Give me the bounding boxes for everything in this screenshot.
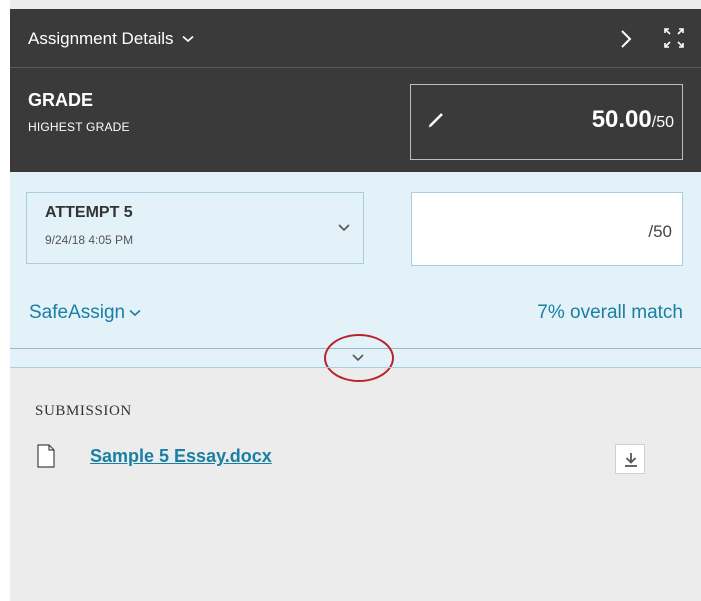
safeassign-dropdown[interactable]: SafeAssign [29,302,141,324]
attempt-score-max: /50 [648,222,672,241]
attempt-title: ATTEMPT 5 [45,204,133,221]
safeassign-label: SafeAssign [29,302,126,323]
attempt-section: ATTEMPT 5 9/24/18 4:05 PM /50 SafeAssign… [10,172,701,382]
grade-edit-box[interactable]: 50.00/50 [410,84,683,160]
panel-header: Assignment Details [10,9,701,67]
chevron-down-icon [181,35,194,43]
safeassign-match-link[interactable]: 7% overall match [537,302,683,324]
submission-file-link[interactable]: Sample 5 Essay.docx [90,446,272,467]
document-icon [37,444,55,468]
file-row: Sample 5 Essay.docx [37,444,677,474]
grade-value: 50.00/50 [592,106,674,134]
assignment-details-panel: Assignment Details GRADE HIGHEST GRADE 5… [10,0,701,601]
pencil-icon [428,113,443,128]
expand-toggle-icon[interactable] [350,353,366,363]
top-strip [10,0,701,9]
grade-score: 50.00 [591,106,652,133]
grade-sublabel: HIGHEST GRADE [28,120,130,134]
chevron-down-icon [338,224,350,232]
header-title: Assignment Details [28,29,174,48]
chevron-down-icon [129,309,141,317]
grade-label: GRADE [28,90,94,110]
attempt-score-input[interactable]: /50 [411,192,683,266]
download-button[interactable] [615,444,645,474]
attempt-bottom-border [10,367,701,368]
chevron-right-icon[interactable] [616,27,636,51]
attempt-selector[interactable]: ATTEMPT 5 9/24/18 4:05 PM [26,192,364,264]
grade-max: /50 [651,114,674,131]
submission-label: SUBMISSION [35,403,132,419]
safeassign-divider [10,348,701,349]
expand-icon[interactable] [664,28,684,48]
download-icon [625,453,637,467]
assignment-details-dropdown[interactable]: Assignment Details [28,29,194,49]
grade-section: GRADE HIGHEST GRADE 50.00/50 [10,68,701,172]
attempt-date: 9/24/18 4:05 PM [45,233,134,247]
